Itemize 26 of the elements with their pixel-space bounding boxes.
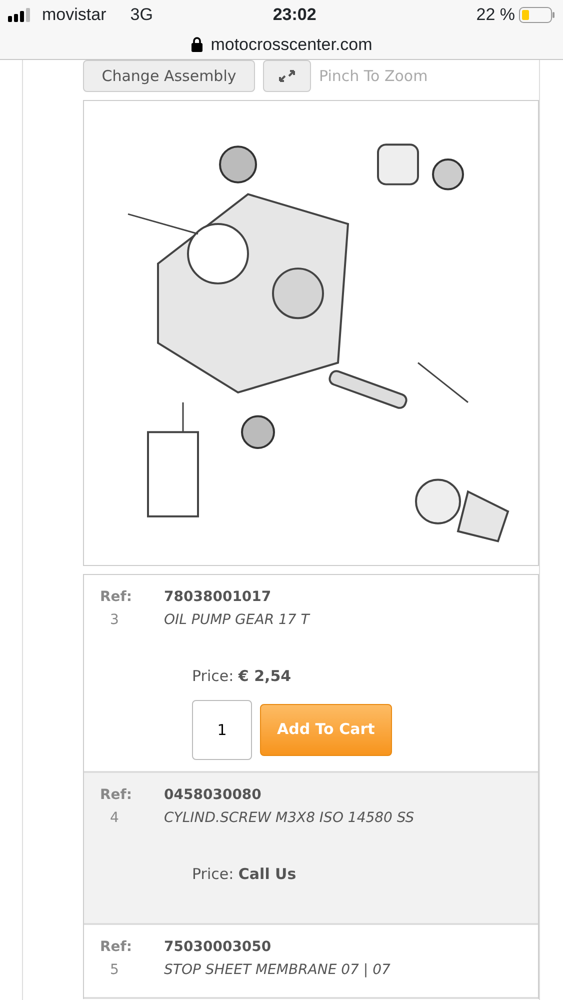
part-description: OIL PUMP GEAR 17 T xyxy=(164,611,310,630)
quantity-field[interactable]: 1 xyxy=(192,700,252,760)
change-assembly-button[interactable]: Change Assembly xyxy=(83,60,255,92)
part-number: 78038001017 xyxy=(164,588,272,607)
url-text: motocrosscenter.com xyxy=(210,34,372,56)
item-number: 4 xyxy=(109,809,120,828)
part-number: 0458030080 xyxy=(164,786,262,805)
part-number: 75030003050 xyxy=(164,938,272,957)
part-description: STOP SHEET MEMBRANE 07 | 07 xyxy=(164,961,390,980)
item-number: 5 xyxy=(109,961,120,980)
battery-percent: 22 % xyxy=(476,4,515,26)
battery-icon xyxy=(519,7,555,23)
network-type: 3G xyxy=(130,4,153,26)
ref-label: Ref: xyxy=(100,938,133,957)
expand-button[interactable] xyxy=(263,60,311,92)
lock-icon xyxy=(190,37,203,52)
ref-label: Ref: xyxy=(100,588,133,607)
item-number: 3 xyxy=(109,611,120,630)
part-description: CYLIND.SCREW M3X8 ISO 14580 SS xyxy=(164,809,414,828)
price-text: Price: Call Us xyxy=(192,864,298,885)
zoom-hint: Pinch To Zoom xyxy=(319,66,428,87)
expand-icon xyxy=(279,70,295,82)
ref-label: Ref: xyxy=(100,786,133,805)
carrier-name: movistar xyxy=(42,4,106,26)
clock: 23:02 xyxy=(272,4,318,26)
price-text: Price: € 2,54 xyxy=(192,666,292,687)
